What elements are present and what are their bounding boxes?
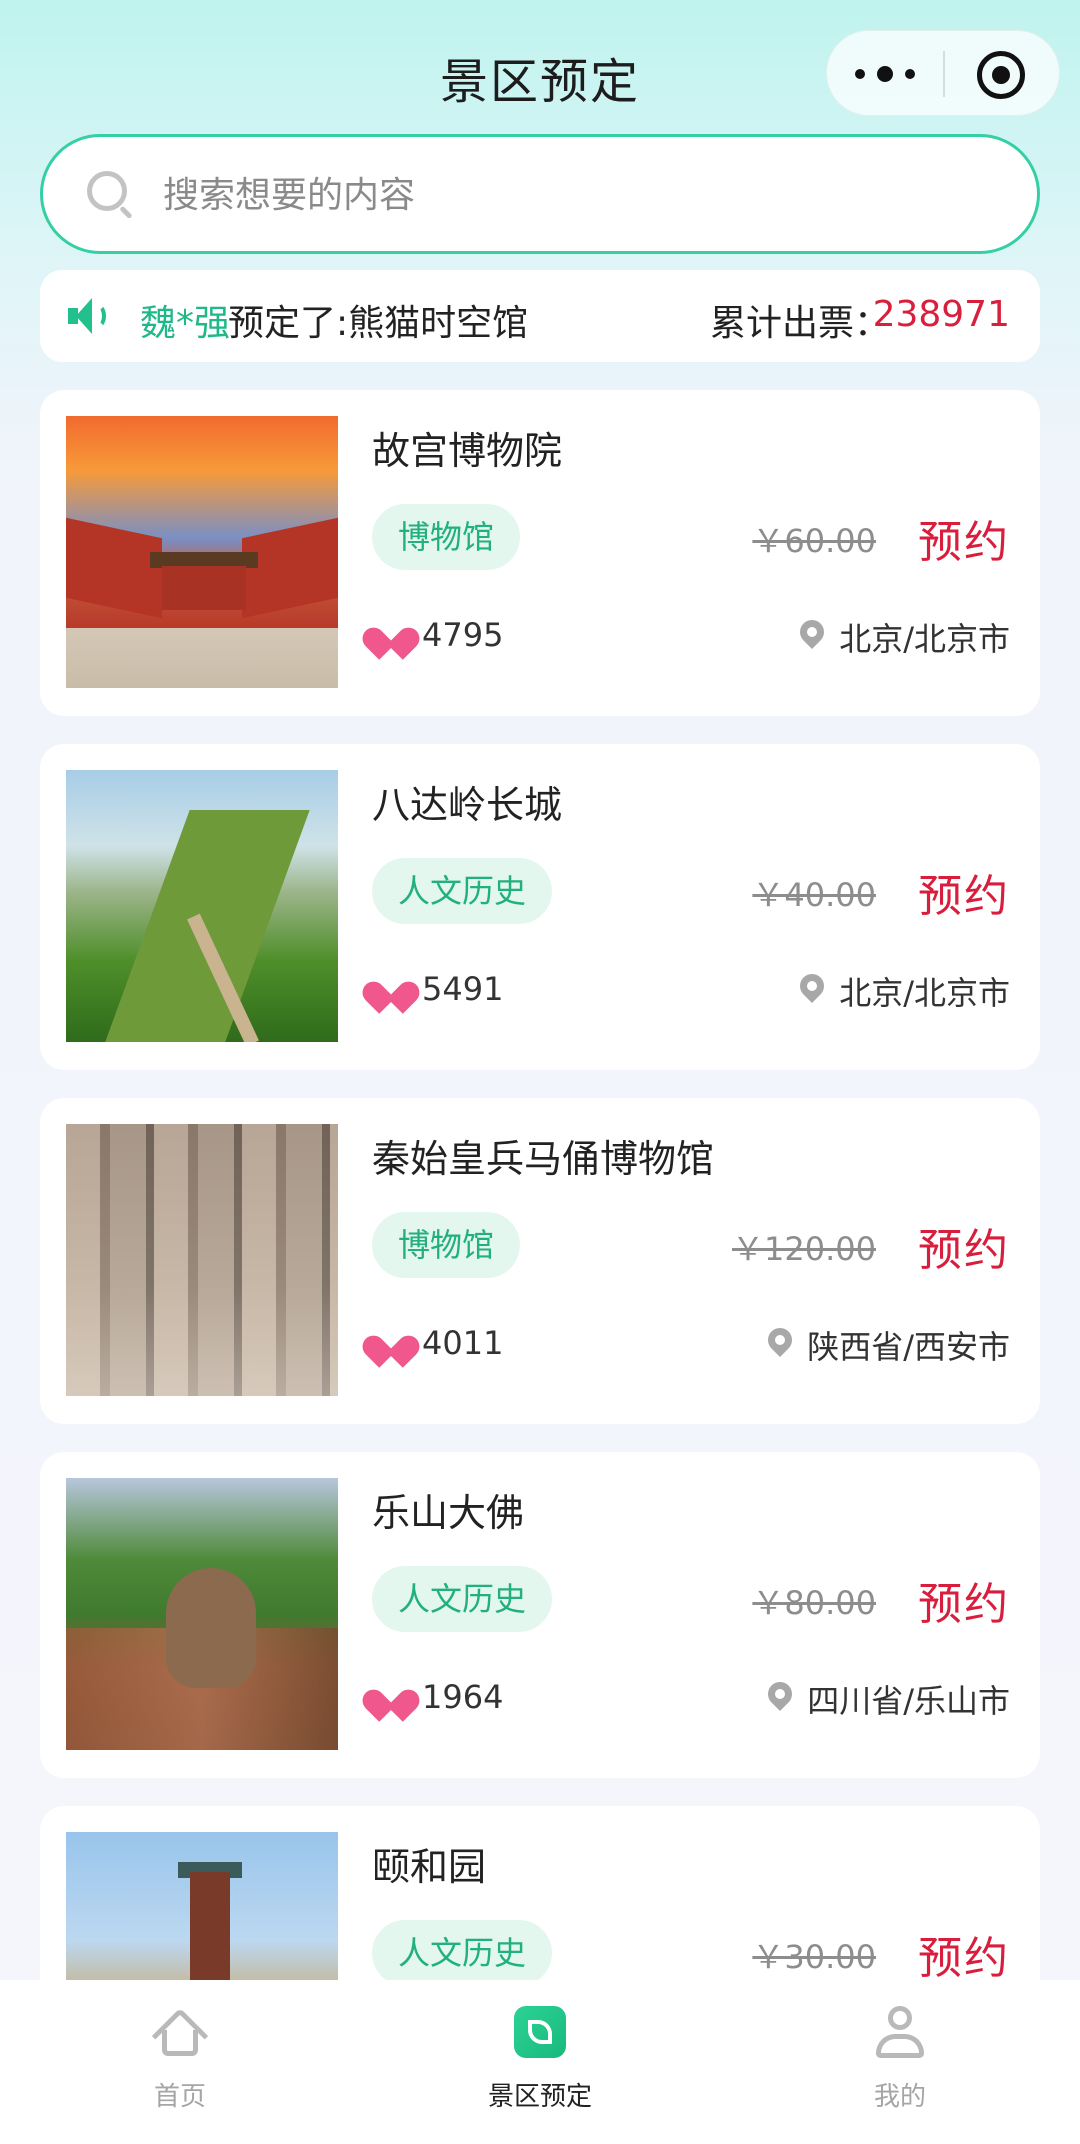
leaf-icon <box>514 2006 566 2058</box>
spot-image <box>66 416 338 688</box>
booking-notice: 魏*强 预定了:熊猫时空馆 累计出票： 238971 <box>40 270 1040 362</box>
spot-original-price: ￥80.00 <box>752 1584 876 1622</box>
spot-card[interactable]: 秦始皇兵马俑博物馆 博物馆 ￥120.00 预约 4011 陕西省/西安市 <box>40 1098 1040 1424</box>
spot-location: 北京/北京市 <box>795 968 1010 1014</box>
capsule-divider <box>943 51 945 97</box>
spot-location: 陕西省/西安市 <box>763 1322 1010 1368</box>
location-pin-icon <box>795 969 830 1008</box>
spot-card[interactable]: 故宫博物院 博物馆 ￥60.00 预约 4795 北京/北京市 <box>40 390 1040 716</box>
spot-tag: 博物馆 <box>372 1212 521 1278</box>
spot-image <box>66 1478 338 1750</box>
book-button[interactable]: 预约 <box>918 1214 1010 1278</box>
home-icon <box>151 2006 209 2065</box>
spot-tag: 人文历史 <box>372 858 553 924</box>
spot-name: 秦始皇兵马俑博物馆 <box>372 1137 715 1181</box>
search-icon <box>87 171 133 220</box>
total-tickets-value: 238971 <box>872 294 1010 335</box>
total-tickets-label: 累计出票： <box>710 303 891 344</box>
notice-message: 预定了:熊猫时空馆 <box>228 303 529 344</box>
book-button[interactable]: 预约 <box>918 1568 1010 1632</box>
book-button[interactable]: 预约 <box>918 506 1010 570</box>
spot-image <box>66 770 338 1042</box>
heart-icon <box>358 622 424 660</box>
spot-location-text: 北京/北京市 <box>839 620 1010 658</box>
spot-likes: 4795 <box>422 616 504 654</box>
search-input[interactable] <box>163 167 983 223</box>
tab-mine[interactable]: 我的 <box>800 2006 1000 2116</box>
spot-card[interactable]: 乐山大佛 人文历史 ￥80.00 预约 1964 四川省/乐山市 <box>40 1452 1040 1778</box>
spot-tag: 博物馆 <box>372 504 521 570</box>
spot-name: 八达岭长城 <box>372 783 563 827</box>
heart-icon <box>358 976 424 1014</box>
location-pin-icon <box>763 1323 798 1362</box>
tab-mine-label: 我的 <box>873 2082 926 2112</box>
tab-home[interactable]: 首页 <box>80 2006 280 2116</box>
spot-original-price: ￥60.00 <box>752 522 876 560</box>
spot-likes: 1964 <box>422 1678 504 1716</box>
spot-likes: 4011 <box>422 1324 504 1362</box>
tab-scenic-booking-label: 景区预定 <box>487 2082 592 2112</box>
miniprogram-capsule <box>826 30 1060 116</box>
location-pin-icon <box>795 615 830 654</box>
spot-location: 四川省/乐山市 <box>763 1676 1010 1722</box>
book-button[interactable]: 预约 <box>918 1922 1010 1986</box>
tab-bar: 首页 景区预定 我的 <box>0 1980 1080 2144</box>
tab-scenic-booking[interactable]: 景区预定 <box>440 2006 640 2116</box>
target-icon[interactable] <box>977 51 1025 99</box>
spot-tag: 人文历史 <box>372 1566 553 1632</box>
spot-location-text: 四川省/乐山市 <box>807 1682 1010 1720</box>
spot-location-text: 北京/北京市 <box>839 974 1010 1012</box>
user-icon <box>874 2006 926 2062</box>
spot-name: 颐和园 <box>372 1845 487 1889</box>
spot-original-price: ￥120.00 <box>732 1230 876 1268</box>
heart-icon <box>358 1330 424 1368</box>
heart-icon <box>358 1684 424 1722</box>
spot-name: 故宫博物院 <box>372 429 563 473</box>
spot-name: 乐山大佛 <box>372 1491 525 1535</box>
spot-card[interactable]: 八达岭长城 人文历史 ￥40.00 预约 5491 北京/北京市 <box>40 744 1040 1070</box>
spot-image <box>66 1124 338 1396</box>
spot-location-text: 陕西省/西安市 <box>807 1328 1010 1366</box>
book-button[interactable]: 预约 <box>918 860 1010 924</box>
spot-original-price: ￥40.00 <box>752 876 876 914</box>
location-pin-icon <box>763 1677 798 1716</box>
spot-original-price: ￥30.00 <box>752 1938 876 1976</box>
spot-tag: 人文历史 <box>372 1920 553 1986</box>
notice-user: 魏*强 <box>140 303 231 344</box>
more-icon[interactable] <box>855 57 915 91</box>
tab-home-label: 首页 <box>153 2082 206 2112</box>
search-bar[interactable] <box>40 134 1040 254</box>
speaker-icon <box>68 298 112 334</box>
spot-likes: 5491 <box>422 970 504 1008</box>
spot-location: 北京/北京市 <box>795 614 1010 660</box>
header: 景区预定 <box>0 0 1080 130</box>
